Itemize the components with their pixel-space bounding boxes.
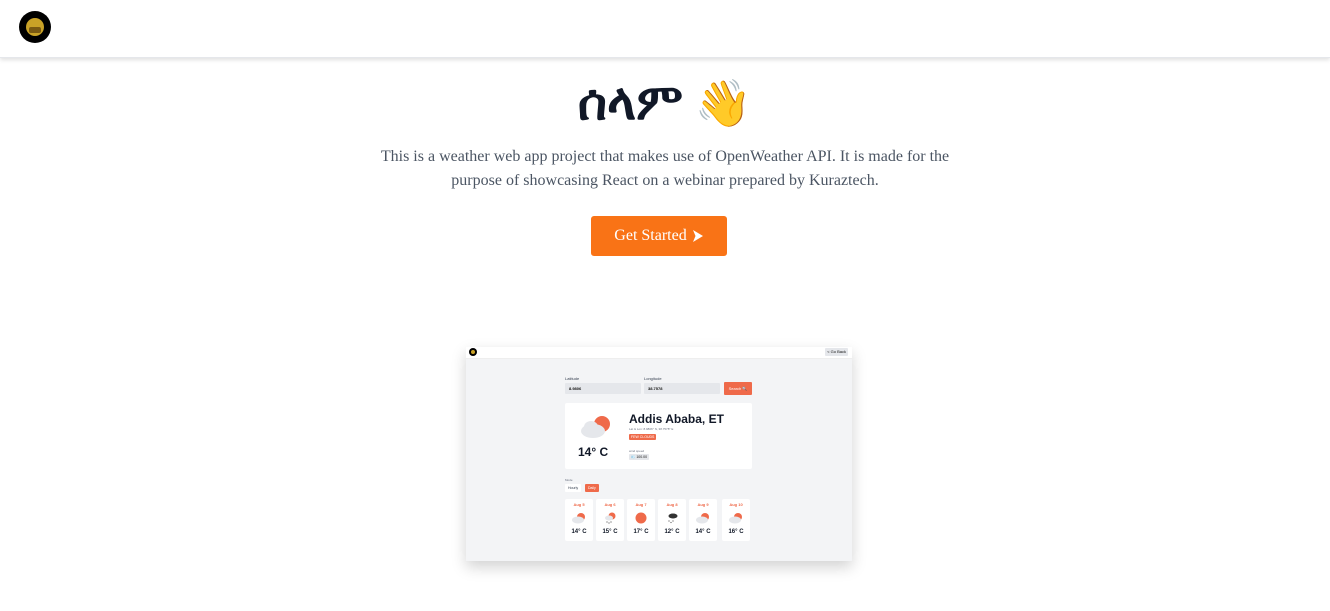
preview-longitude-input: 38.7578	[644, 383, 720, 394]
kuraz-logo-icon[interactable]	[19, 11, 51, 43]
arrow-right-icon	[692, 230, 703, 242]
preview-day-card: Aug 7 17° C	[627, 499, 655, 541]
rain-cloud-icon	[668, 513, 678, 524]
partly-cloudy-icon	[729, 513, 742, 524]
preview-latitude-input: 8.9806	[565, 383, 641, 394]
preview-day-card: Aug 6 15° C	[596, 499, 624, 541]
preview-search-button: Search 🔍	[724, 382, 752, 395]
get-started-button[interactable]: Get Started	[591, 216, 727, 256]
waving-hand-icon: 👋	[694, 76, 753, 130]
preview-day-temp: 12° C	[664, 529, 680, 535]
preview-city-name: Addis Ababa, ET	[629, 412, 724, 426]
sun-icon	[635, 512, 647, 524]
preview-navbar: < Go Back	[466, 347, 852, 359]
preview-weather-card: 14° C Addis Ababa, ET Lat & Lon: 8.9806°…	[565, 403, 752, 469]
preview-day-card: Aug 10 16° C	[722, 499, 750, 541]
preview-latlon: Lat & Lon: 8.9806° N, 38.7578° E	[629, 427, 674, 431]
preview-day-date: Aug 8	[666, 502, 678, 507]
preview-body: Latitude 8.9806 Longitude 38.7578 Search…	[466, 359, 852, 561]
partly-cloudy-icon	[581, 416, 610, 438]
preview-day-date: Aug 7	[635, 502, 647, 507]
preview-tab-daily: Daily	[585, 484, 599, 492]
preview-mode-label: Mode	[565, 478, 573, 482]
title-text: ሰላም	[577, 73, 683, 131]
preview-condition-badge: FEW CLOUDS	[629, 434, 657, 440]
preview-day-card: Aug 8 12° C	[658, 499, 686, 541]
preview-day-card: Aug 5 14° C	[565, 499, 593, 541]
get-started-label: Get Started	[614, 227, 687, 244]
preview-temperature: 14° C	[578, 445, 609, 459]
hero-description: This is a weather web app project that m…	[380, 148, 950, 189]
partly-cloudy-icon	[572, 513, 585, 524]
app-preview-screenshot: < Go Back Latitude 8.9806 Longitude 38.7…	[466, 347, 852, 561]
preview-day-date: Aug 6	[604, 502, 616, 507]
preview-day-temp: 14° C	[695, 529, 711, 535]
preview-day-card: Aug 9 14° C	[689, 499, 717, 541]
preview-wind-label: wind speed	[629, 449, 645, 453]
preview-day-date: Aug 5	[573, 502, 585, 507]
preview-tab-hourly: Hourly	[565, 484, 582, 492]
preview-day-temp: 15° C	[602, 529, 618, 535]
preview-day-temp: 17° C	[633, 529, 649, 535]
preview-day-date: Aug 10	[729, 502, 743, 507]
preview-longitude-label: Longitude	[644, 376, 662, 381]
preview-latitude-label: Latitude	[565, 376, 580, 381]
preview-day-temp: 16° C	[728, 529, 744, 535]
preview-day-date: Aug 9	[697, 502, 709, 507]
logo-emblem	[26, 18, 44, 36]
preview-day-temp: 14° C	[571, 529, 587, 535]
preview-logo-icon	[469, 348, 477, 356]
top-navbar	[0, 0, 1330, 58]
page-title: ሰላም 👋	[0, 72, 1330, 133]
sun-rain-icon	[605, 512, 616, 524]
partly-cloudy-icon	[696, 513, 709, 524]
preview-wind-value: 💨 100.00	[629, 454, 650, 460]
preview-back-button: < Go Back	[825, 348, 848, 356]
